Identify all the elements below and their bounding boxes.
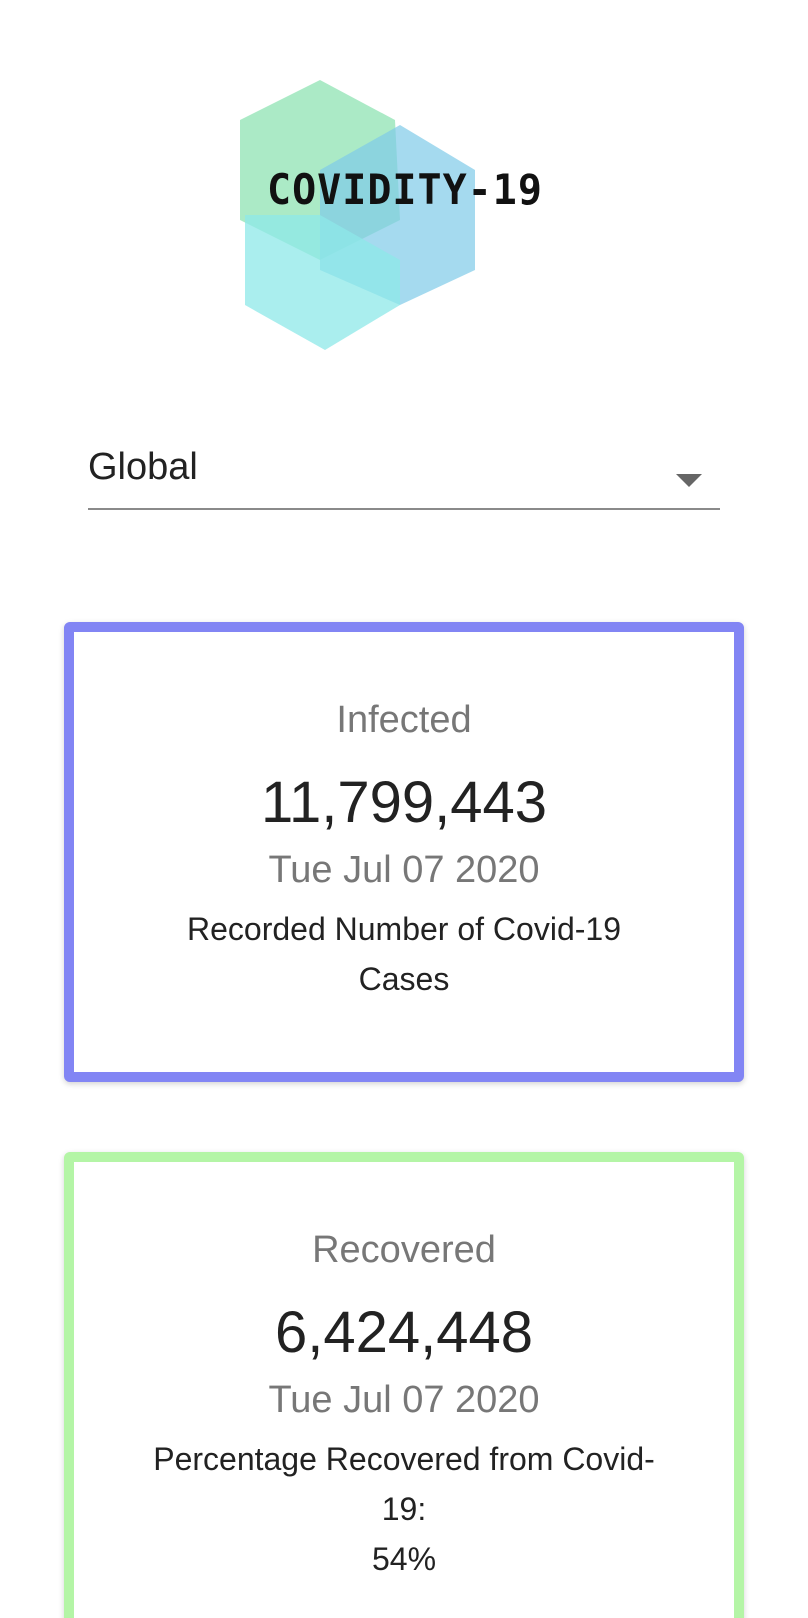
covidity-logo: COVIDITY-19 bbox=[240, 80, 600, 360]
infected-title: Infected bbox=[336, 699, 472, 741]
region-select[interactable]: Global bbox=[88, 430, 720, 510]
logo-text: COVIDITY-19 bbox=[267, 166, 543, 215]
infected-count: 11,799,443 bbox=[261, 770, 547, 835]
dropdown-arrow-icon[interactable] bbox=[676, 474, 702, 487]
infected-date: Tue Jul 07 2020 bbox=[268, 849, 540, 891]
recovered-title: Recovered bbox=[312, 1229, 496, 1271]
dashboard-page: COVIDITY-19 Global Infected 11,799,443 T… bbox=[0, 0, 808, 1618]
region-select-value: Global bbox=[88, 446, 198, 488]
recovered-count: 6,424,448 bbox=[274, 1300, 534, 1365]
recovered-percentage: 54% bbox=[371, 1541, 437, 1577]
recovered-card: Recovered 6,424,448 Tue Jul 07 2020 Perc… bbox=[64, 1152, 744, 1618]
infected-card: Infected 11,799,443 Tue Jul 07 2020 Reco… bbox=[64, 622, 744, 1082]
infected-description: Recorded Number of Covid-19 Cases bbox=[187, 911, 621, 997]
recovered-date: Tue Jul 07 2020 bbox=[268, 1379, 540, 1421]
recovered-description: Percentage Recovered from Covid-19: bbox=[153, 1441, 655, 1527]
hexagon-logo-graphic bbox=[240, 80, 475, 350]
